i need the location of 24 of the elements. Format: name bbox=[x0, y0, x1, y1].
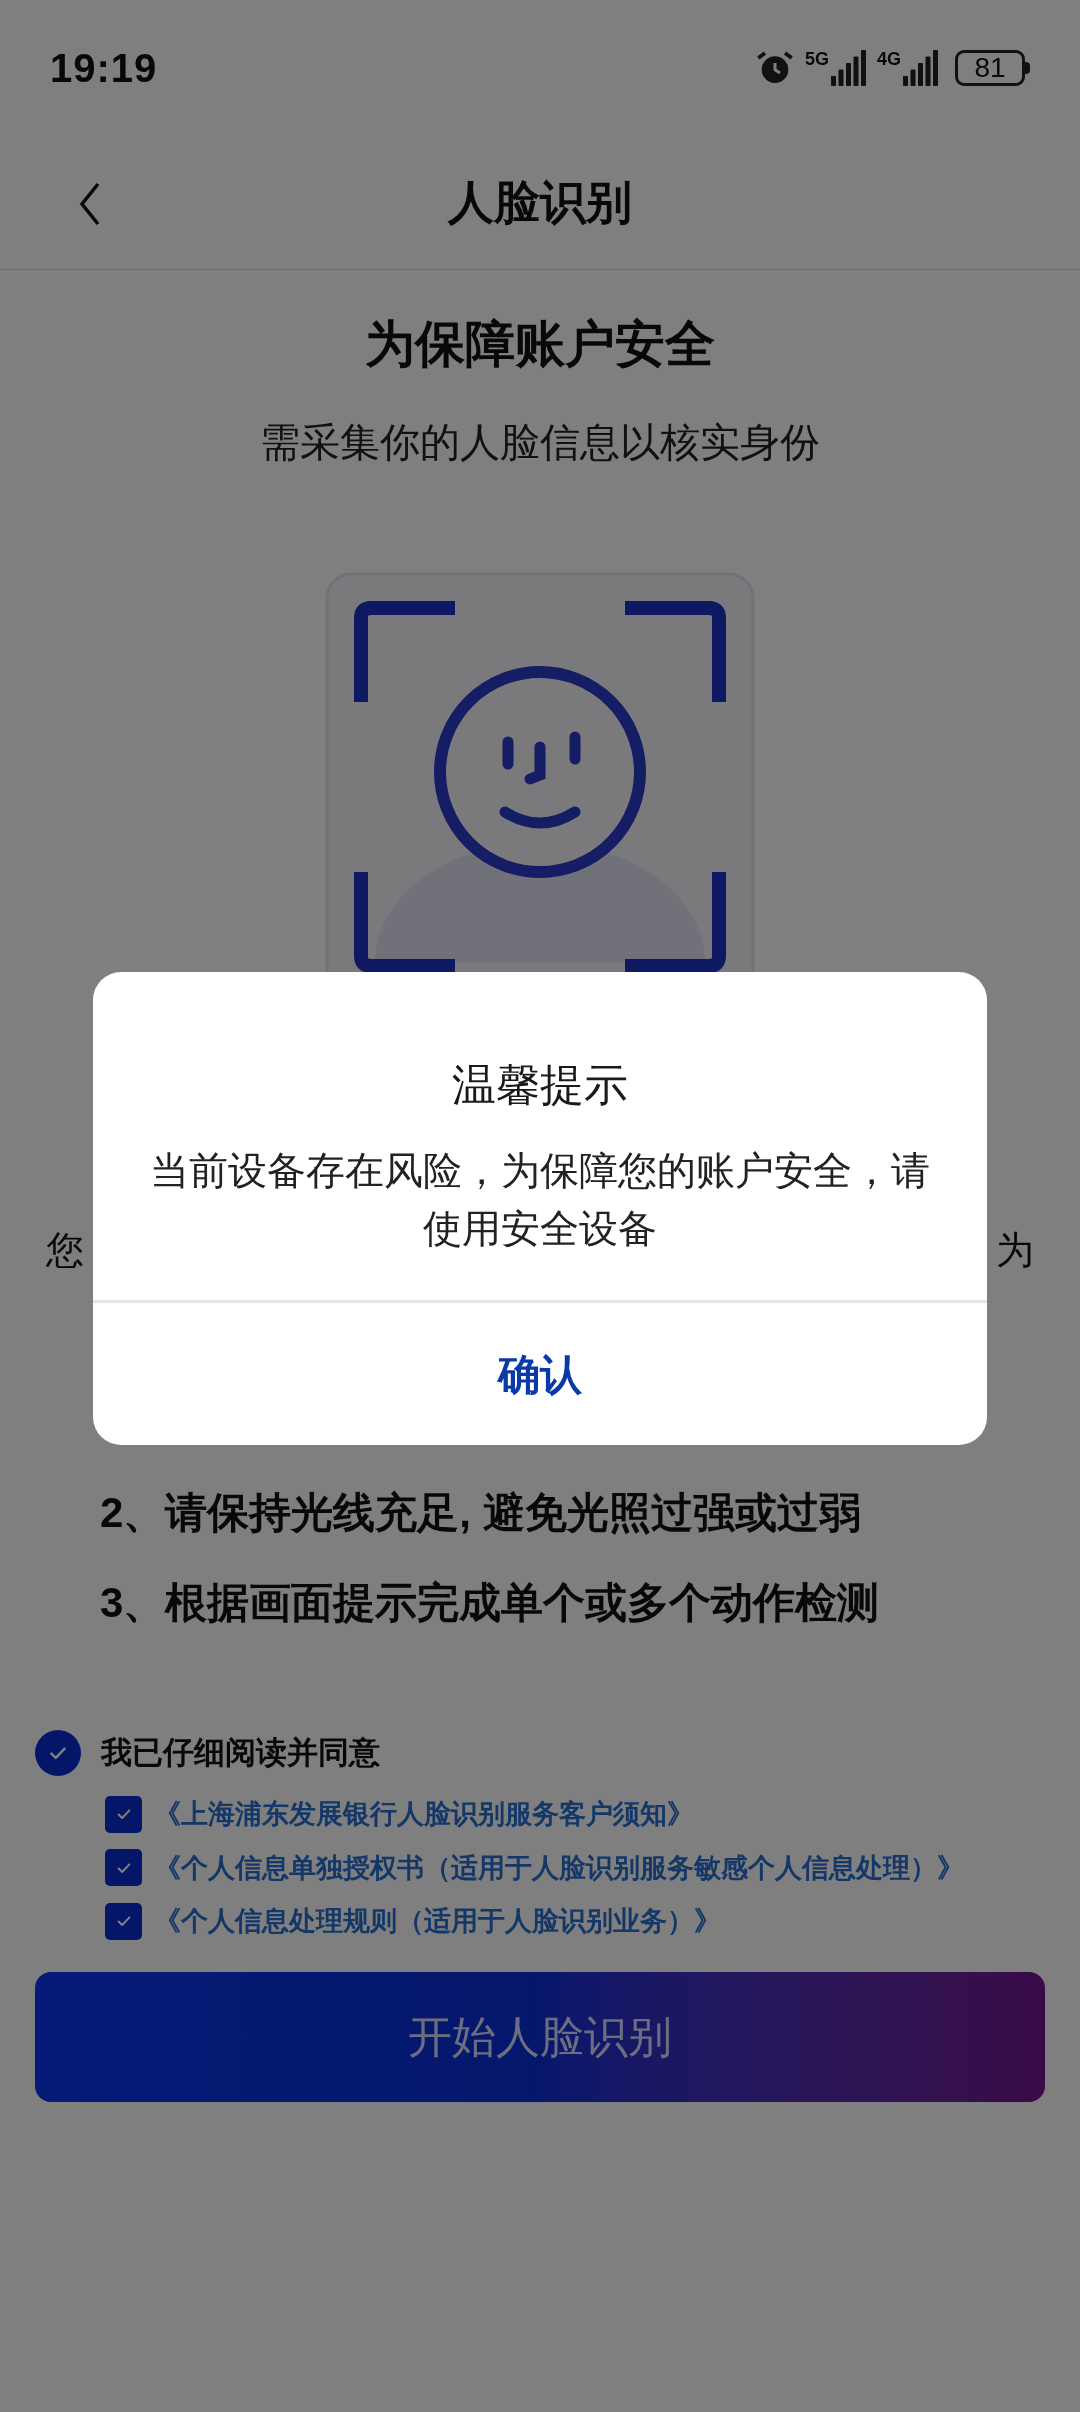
dialog-message: 当前设备存在风险，为保障您的账户安全，请使用安全设备 bbox=[149, 1148, 931, 1252]
agreement-label: 我已仔细阅读并同意 bbox=[101, 1733, 380, 1772]
notice-fragment: 为 bbox=[996, 1227, 1034, 1273]
signal-icon bbox=[903, 49, 939, 86]
document-checkbox[interactable] bbox=[105, 1795, 142, 1833]
confirm-button[interactable]: 确认 bbox=[93, 1303, 987, 1445]
dialog-title: 温馨提示 bbox=[452, 1059, 628, 1111]
page-title: 人脸识别 bbox=[448, 174, 632, 230]
agree-checkbox[interactable] bbox=[35, 1729, 81, 1776]
document-checkbox[interactable] bbox=[105, 1902, 142, 1940]
document-link[interactable]: 《个人信息处理规则（适用于人脸识别业务）》 bbox=[154, 1901, 721, 1942]
start-button[interactable]: 开始人脸识别 bbox=[35, 1971, 1045, 2102]
network-label: 4G bbox=[877, 49, 901, 68]
signal-icon bbox=[831, 49, 867, 86]
network-label: 5G bbox=[804, 49, 829, 68]
document-checkbox[interactable] bbox=[105, 1849, 142, 1887]
document-link[interactable]: 《上海浦东发展银行人脸识别服务客户须知》 bbox=[154, 1794, 694, 1835]
status-time: 19:19 bbox=[50, 44, 158, 92]
heading: 为保障账户安全 bbox=[365, 315, 715, 374]
tip-text: 3、根据画面提示完成单个或多个动作检测 bbox=[100, 1578, 881, 1628]
notice-fragment: 您 bbox=[46, 1227, 84, 1273]
subtitle: 需采集你的人脸信息以核实身份 bbox=[260, 418, 820, 466]
tip-text: 2、请保持光线充足, 避免光照过强或过弱 bbox=[100, 1487, 862, 1538]
document-link[interactable]: 《个人信息单独授权书（适用于人脸识别服务敏感个人信息处理）》 bbox=[154, 1847, 964, 1888]
